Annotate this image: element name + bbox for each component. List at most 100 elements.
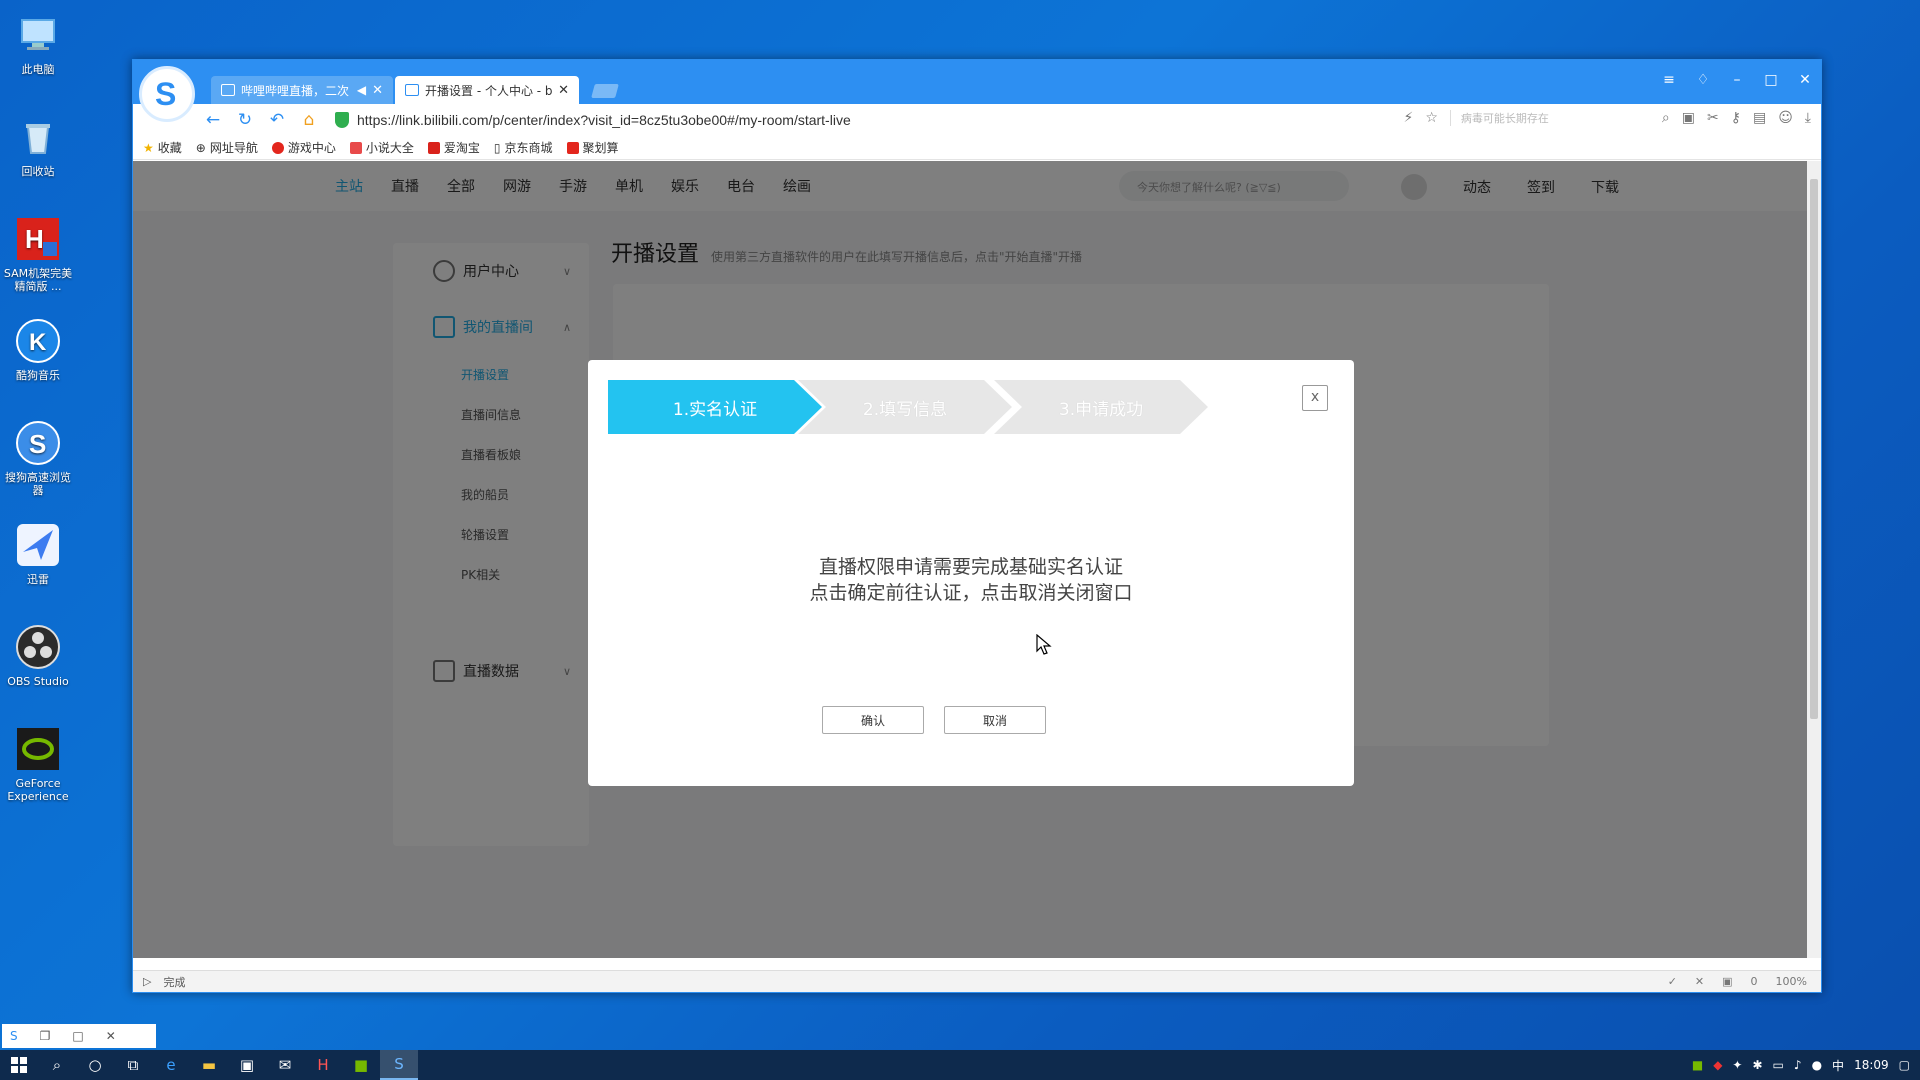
- skin-icon[interactable]: ♢: [1695, 72, 1711, 88]
- menu-icon[interactable]: ≡: [1661, 72, 1677, 88]
- sogou-taskbar-icon[interactable]: S: [380, 1050, 418, 1080]
- recycle-bin-icon: [13, 112, 63, 162]
- nvidia-tray-icon[interactable]: ■: [1692, 1058, 1703, 1072]
- translate-icon[interactable]: ▤: [1753, 110, 1766, 126]
- shield-check-icon[interactable]: ✓: [1668, 975, 1677, 988]
- home-icon[interactable]: ⌂: [299, 110, 319, 130]
- microphone-icon[interactable]: ●: [1812, 1058, 1822, 1072]
- taobao-icon: [427, 141, 440, 154]
- bookmark-games[interactable]: 游戏中心: [271, 139, 336, 156]
- desktop-icon-obs[interactable]: OBS Studio: [0, 614, 76, 710]
- clock[interactable]: 18:09: [1854, 1058, 1889, 1072]
- svg-text:K: K: [29, 329, 47, 356]
- play-icon[interactable]: ▷: [143, 975, 151, 988]
- nvidia-icon[interactable]: ■: [342, 1050, 380, 1080]
- tab-start-live-settings[interactable]: 开播设置 - 个人中心 - b ✕: [395, 76, 579, 104]
- notification-icon[interactable]: ▢: [1899, 1058, 1910, 1072]
- globe-icon: ⊕: [195, 140, 206, 155]
- desktop-icon-recycle-bin[interactable]: 回收站: [0, 104, 76, 200]
- mail-icon[interactable]: ✉: [266, 1050, 304, 1080]
- dialog-close-button[interactable]: x: [1302, 385, 1328, 411]
- bookmark-favorites[interactable]: ★ 收藏: [143, 139, 182, 156]
- bilibili-tv-icon: [221, 84, 235, 96]
- adblock-count[interactable]: 0: [1751, 975, 1758, 988]
- maximize-icon[interactable]: □: [72, 1029, 83, 1043]
- star-icon[interactable]: ☆: [1425, 110, 1438, 126]
- sogou-browser-icon: S: [13, 418, 63, 468]
- minimize-icon[interactable]: –: [1729, 72, 1745, 88]
- bookmark-jd[interactable]: ▯ 京东商城: [494, 139, 553, 156]
- scissors-icon[interactable]: ✂: [1707, 110, 1719, 126]
- new-tab-button[interactable]: [591, 84, 619, 98]
- minimized-window-bar: S ❐ □ ✕: [2, 1024, 156, 1048]
- edge-icon[interactable]: e: [152, 1050, 190, 1080]
- close-window-icon[interactable]: ✕: [1797, 72, 1813, 88]
- close-tab-icon[interactable]: ✕: [558, 83, 569, 98]
- zoom-level[interactable]: 100%: [1776, 975, 1807, 988]
- sogou-logo-icon[interactable]: S: [139, 66, 195, 122]
- desktop-icon-kugou[interactable]: K 酷狗音乐: [0, 308, 76, 404]
- obs-icon: [13, 622, 63, 672]
- browser-titlebar: S 哔哩哔哩直播，二次 ◀ ✕ 开播设置 - 个人中心 - b ✕ ≡ ♢ – …: [133, 60, 1821, 122]
- address-bar: ← ↻ ↶ ⌂ https://link.bilibili.com/p/cent…: [133, 104, 1821, 136]
- close-icon[interactable]: ✕: [106, 1029, 116, 1043]
- geforce-icon: [13, 724, 63, 774]
- confirm-button[interactable]: 确认: [822, 706, 924, 734]
- search-icon[interactable]: ⌕: [38, 1050, 76, 1080]
- svg-text:S: S: [155, 76, 176, 112]
- network-icon[interactable]: ▭: [1773, 1058, 1784, 1072]
- sync-icon[interactable]: ✱: [1752, 1058, 1762, 1072]
- key-icon[interactable]: ⚷: [1731, 110, 1741, 126]
- step-fill-info: 2.填写信息: [798, 380, 1012, 434]
- bookmarks-bar: ★ 收藏 ⊕ 网址导航 游戏中心 小说大全 爱淘宝 ▯ 京东商城 聚划算: [133, 136, 1821, 160]
- back-icon[interactable]: ←: [203, 110, 223, 130]
- ime-indicator[interactable]: 中: [1832, 1057, 1844, 1074]
- bookmark-novels[interactable]: 小说大全: [349, 139, 414, 156]
- antivirus-tray-icon[interactable]: ◆: [1713, 1058, 1722, 1072]
- scrollbar[interactable]: [1807, 161, 1821, 958]
- undo-icon[interactable]: ↶: [267, 110, 287, 130]
- kugou-music-icon: K: [13, 316, 63, 366]
- status-right: ✓ ✕ ▣ 0 100%: [1668, 975, 1807, 988]
- mouse-cursor-icon: [1036, 634, 1052, 655]
- browser-search-input[interactable]: 病毒可能长期存在: [1449, 110, 1650, 126]
- task-view-icon[interactable]: ⧉: [114, 1050, 152, 1080]
- cancel-button[interactable]: 取消: [944, 706, 1046, 734]
- xunlei-icon: [13, 520, 63, 570]
- download-icon[interactable]: ⤓: [1805, 110, 1811, 126]
- windows-start-icon[interactable]: [0, 1050, 38, 1080]
- bookmark-nav[interactable]: ⊕ 网址导航: [196, 139, 258, 156]
- desktop-icon-computer[interactable]: 此电脑: [0, 2, 76, 98]
- desktop-icon-sogou[interactable]: S 搜狗高速浏览器: [0, 410, 76, 506]
- bookmark-taobao[interactable]: 爱淘宝: [427, 139, 480, 156]
- cortana-icon[interactable]: ○: [76, 1050, 114, 1080]
- tab-bilibili-live[interactable]: 哔哩哔哩直播，二次 ◀ ✕: [211, 76, 393, 104]
- maximize-icon[interactable]: □: [1763, 72, 1779, 88]
- book-icon: [349, 141, 362, 154]
- sam-taskbar-icon[interactable]: H: [304, 1050, 342, 1080]
- page-icon: ▯: [493, 140, 501, 155]
- sogou-small-icon[interactable]: S: [10, 1029, 18, 1043]
- lightning-icon[interactable]: ⚡: [1403, 110, 1413, 126]
- tray-app-icon[interactable]: ✦: [1732, 1058, 1742, 1072]
- close-tab-icon[interactable]: ✕: [372, 83, 383, 98]
- volume-icon[interactable]: ♪: [1794, 1058, 1802, 1072]
- url-field[interactable]: https://link.bilibili.com/p/center/index…: [357, 112, 851, 128]
- extension-icon[interactable]: ▣: [1682, 110, 1695, 126]
- refresh-icon[interactable]: ↻: [235, 110, 255, 130]
- mute-icon[interactable]: ✕: [1695, 975, 1704, 988]
- step-real-name-auth: 1.实名认证: [608, 380, 822, 434]
- scrollbar-thumb[interactable]: [1810, 179, 1818, 719]
- file-explorer-icon[interactable]: ▬: [190, 1050, 228, 1080]
- restore-icon[interactable]: ❐: [40, 1029, 51, 1043]
- bookmark-juhuasuan[interactable]: 聚划算: [566, 139, 619, 156]
- mute-icon[interactable]: ◀: [357, 83, 366, 97]
- store-icon[interactable]: ▣: [228, 1050, 266, 1080]
- gift-icon[interactable]: ▣: [1722, 975, 1732, 988]
- search-icon[interactable]: ⌕: [1662, 110, 1670, 126]
- desktop-icon-sam[interactable]: H SAM机架完美精简版 ...: [0, 206, 76, 302]
- smiley-icon[interactable]: ☺: [1778, 110, 1793, 126]
- status-bar: ▷ 完成 ✓ ✕ ▣ 0 100%: [133, 970, 1821, 992]
- desktop-icon-geforce[interactable]: GeForce Experience: [0, 716, 76, 812]
- desktop-icon-xunlei[interactable]: 迅雷: [0, 512, 76, 608]
